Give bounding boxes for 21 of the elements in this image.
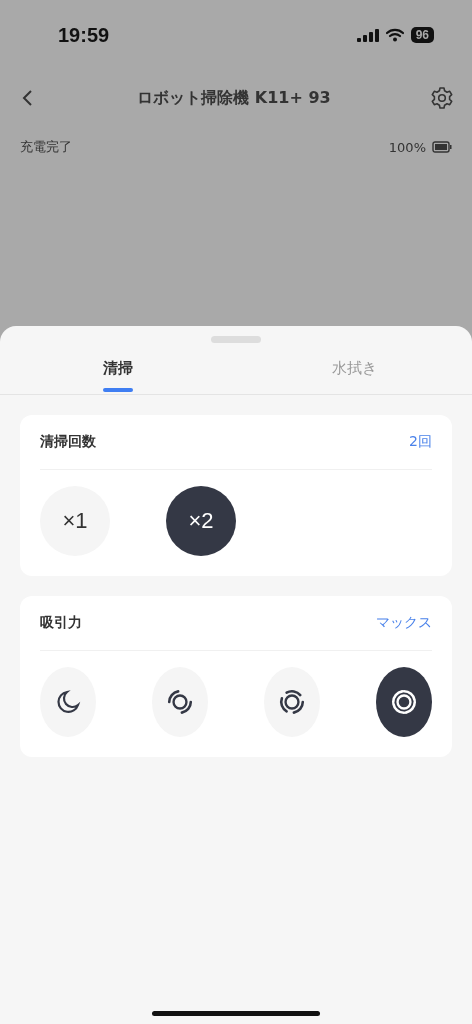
signal-icon (356, 28, 379, 42)
tab[interactable]: 清掃 (0, 359, 236, 394)
battery-percent: 100% (388, 139, 426, 155)
page-title: ロボット掃除機 K11+ 93 (137, 87, 331, 109)
card-title: 吸引力 (40, 614, 82, 632)
charge-status: 充電完了 (20, 138, 72, 156)
card-value: 2回 (409, 433, 432, 451)
card-title: 清掃回数 (40, 433, 96, 451)
card-value: マックス (376, 614, 432, 632)
wifi-icon (385, 28, 404, 42)
swirl-icon (390, 688, 418, 716)
battery-icon (432, 141, 452, 153)
sheet-handle[interactable] (211, 336, 261, 343)
option-button[interactable]: ×1 (40, 486, 110, 556)
swirl-icon (166, 688, 194, 716)
moon-icon (55, 689, 81, 715)
swirl-icon (278, 688, 306, 716)
battery-level: 96 (410, 27, 434, 43)
option-button[interactable]: ×2 (166, 486, 236, 556)
status-time: 19:59 (58, 23, 110, 47)
settings-button[interactable] (430, 86, 454, 110)
